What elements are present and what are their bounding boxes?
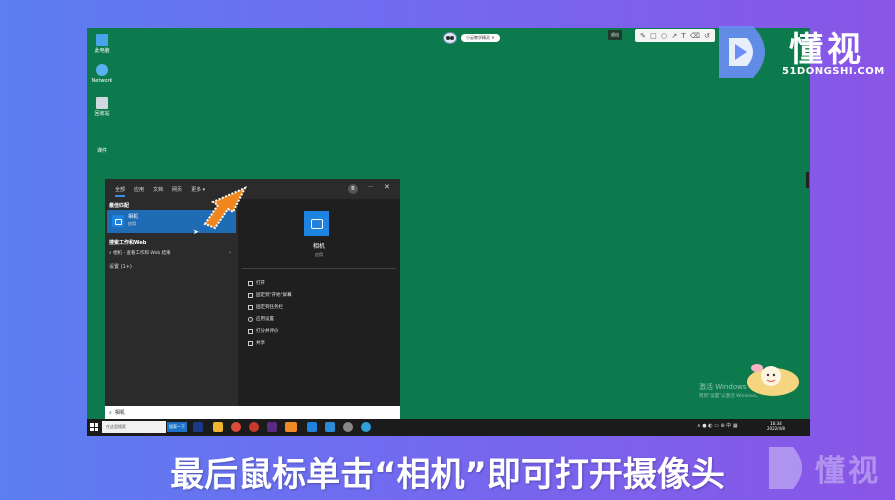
preview-panel: 相机 应用 打开 固定到"开始"屏幕 固定到任务栏 应用设置 打分并评价 共享 [238,199,400,419]
tab-documents[interactable]: 文档 [153,186,163,193]
divider [242,268,396,269]
action-app-settings[interactable]: 应用设置 [248,313,292,325]
owl-mascot-icon[interactable] [443,32,457,44]
chevron-right-icon[interactable]: › [229,250,231,256]
arrow-tool-icon[interactable]: ↗ [671,32,677,40]
taskbar-search-input[interactable]: 在这里搜索 [102,421,166,433]
edge-handle[interactable] [806,172,809,188]
assistant-bar: 小云教学精灵 ✕ [443,32,500,44]
open-icon [248,280,253,286]
recycle-bin-icon [96,97,108,109]
eraser-icon[interactable]: ⌫ [690,32,700,40]
wechat-icon[interactable] [285,422,297,432]
clock[interactable]: 16:34 2022/4/8 [767,421,785,431]
settings-section-header[interactable]: 设置 (1+) [109,263,132,270]
action-pin-start[interactable]: 固定到"开始"屏幕 [248,289,292,301]
rectangle-icon[interactable]: □ [650,32,657,40]
action-share[interactable]: 共享 [248,337,292,349]
taskbar-search-button[interactable]: 搜索一下 [167,422,187,432]
brand-url: 51DONGSHI.COM [782,66,885,77]
brand-name: 懂视 [789,30,865,70]
avatar[interactable]: B [348,184,358,194]
share-icon [248,340,253,346]
mascot-sticker-icon [747,364,799,396]
subtitle-caption: 最后鼠标单击“相机”即可打开摄像头 [170,455,725,495]
search-input[interactable]: ⌕ 相机 [105,406,400,419]
tab-web[interactable]: 网页 [172,186,182,193]
corner-watermark-text: 懂视 [815,454,881,489]
action-rate[interactable]: 打分并评价 [248,325,292,337]
annotation-toolbar: ✎ □ ○ ↗ T ⌫ ↺ [635,29,715,42]
best-match-header: 最佳匹配 [109,203,130,209]
action-open[interactable]: 打开 [248,277,292,289]
desktop-icon-folder[interactable]: 课件 [87,134,117,154]
app-gray-icon[interactable] [343,422,353,432]
action-pin-taskbar[interactable]: 固定到任务栏 [248,301,292,313]
action-list: 打开 固定到"开始"屏幕 固定到任务栏 应用设置 打分并评价 共享 [248,277,292,349]
app-red-icon[interactable] [249,422,259,432]
preview-app-name: 相机 [312,243,325,250]
system-tray[interactable]: ∧ ● ◐ ▭ ⊕ 中 ▦ [697,422,738,429]
windows-start-icon[interactable] [90,423,98,431]
gear-icon [248,316,253,322]
chrome-icon[interactable] [231,422,241,432]
search-icon: ⌕ [109,409,112,416]
best-match-name: 相机 [128,214,139,220]
computer-icon [96,34,108,46]
mouse-cursor-icon: ➤ [193,228,199,236]
web-section-header: 搜索工作和Web [109,240,147,246]
camera-icon [112,215,124,227]
undo-icon[interactable]: ↺ [704,32,710,40]
pointer-arrow-icon [203,185,248,230]
circle-icon[interactable]: ○ [661,32,667,40]
tab-apps[interactable]: 应用 [134,186,144,193]
network-icon [96,64,108,76]
star-icon [248,328,253,334]
pin-taskbar-icon [248,304,253,310]
desktop-icon-network[interactable]: Network [87,64,117,84]
assistant-pill[interactable]: 小云教学精灵 ✕ [461,34,500,42]
premiere-icon[interactable] [267,422,277,432]
best-match-type: 应用 [128,221,136,226]
exit-button[interactable]: 退出 [608,30,622,40]
edge-icon[interactable] [361,422,371,432]
web-result-item[interactable]: ⌕ 相机 - 查看工作和 Web 结果 › [109,250,233,256]
desktop-icon-computer[interactable]: 此电脑 [87,34,117,54]
more-options-icon[interactable]: ··· [368,184,374,191]
desktop-icon-recycle-bin[interactable]: 回收站 [87,97,117,117]
results-list: 最佳匹配 相机 应用 搜索工作和Web ⌕ 相机 - 查看工作和 Web 结果 … [105,199,236,419]
app-blue-icon[interactable] [325,422,335,432]
close-icon[interactable]: ✕ [384,183,390,191]
photoshop-icon[interactable] [193,422,203,432]
search-icon: ⌕ [109,251,112,256]
pen-icon[interactable]: ✎ [640,32,646,40]
file-explorer-icon[interactable] [213,422,223,432]
folder-icon [96,134,108,146]
preview-app-type: 应用 [315,252,323,257]
taskbar: 在这里搜索 搜索一下 ∧ ● ◐ ▭ ⊕ 中 ▦ 16:34 2022/4/8 [87,419,810,436]
tab-all[interactable]: 全部 [115,186,126,197]
camera-taskbar-icon[interactable] [307,422,317,432]
camera-app-large-icon [304,211,329,236]
pin-icon [248,292,253,298]
text-tool-icon[interactable]: T [681,32,685,40]
